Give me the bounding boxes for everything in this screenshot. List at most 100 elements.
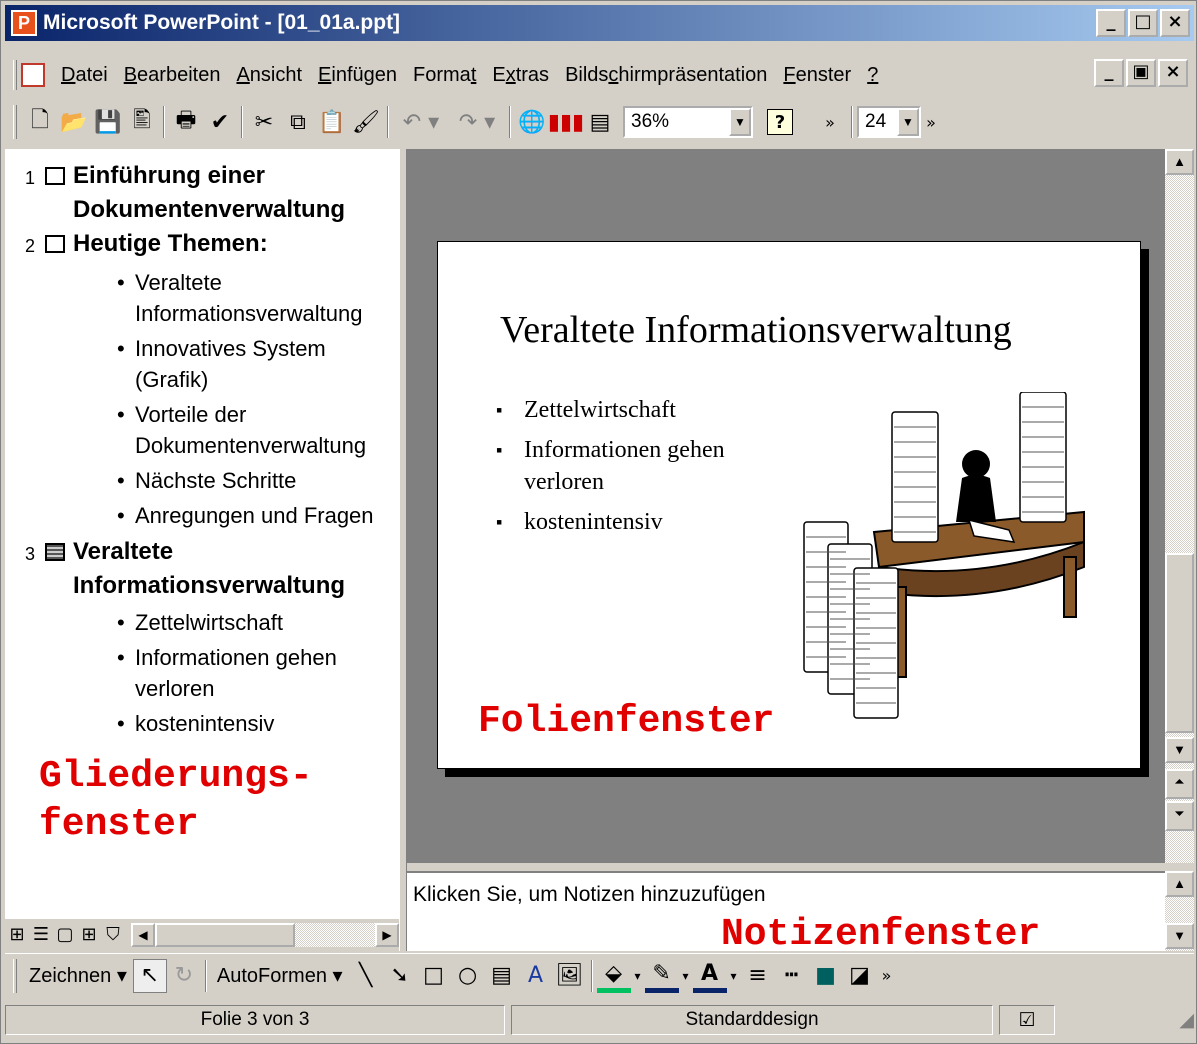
dash-style-icon[interactable]: ┅: [775, 959, 809, 993]
wordart-icon[interactable]: A: [519, 959, 553, 993]
close-button[interactable]: ×: [1160, 9, 1190, 37]
outline-bullet[interactable]: • Informationen gehen verloren: [5, 642, 399, 704]
slide-sorter-icon[interactable]: ⊞: [77, 923, 101, 947]
clipart-icon[interactable]: 🖼: [553, 959, 587, 993]
hyperlink-icon[interactable]: 🌐: [515, 105, 549, 139]
arrow-icon[interactable]: ➘: [383, 959, 417, 993]
permission-icon[interactable]: 🖺: [125, 105, 159, 139]
cut-icon[interactable]: ✂: [247, 105, 281, 139]
autoformen-menu[interactable]: AutoFormen ▾: [211, 963, 349, 988]
line-color-icon[interactable]: ✎: [644, 959, 679, 993]
outline-bullet[interactable]: • Nächste Schritte: [5, 465, 399, 496]
free-rotate-icon[interactable]: ↻: [167, 959, 201, 993]
scroll-up-icon[interactable]: ▲: [1165, 871, 1194, 897]
pane-splitter[interactable]: [399, 149, 407, 951]
scroll-thumb[interactable]: [155, 923, 295, 947]
toolbar-grip[interactable]: [13, 60, 17, 90]
chevron-down-icon[interactable]: ▾: [727, 959, 741, 993]
rectangle-icon[interactable]: □: [417, 959, 451, 993]
slide-canvas[interactable]: Veraltete Informationsverwaltung ▪ Zettel…: [437, 241, 1141, 769]
outline-slide-3[interactable]: 3 Veraltete Informationsverwaltung: [5, 535, 399, 603]
menu-format[interactable]: Format: [405, 64, 484, 87]
spelling-icon[interactable]: ✔: [203, 105, 237, 139]
oval-icon[interactable]: ○: [451, 959, 485, 993]
outline-slide-1[interactable]: 1 Einführung einer Dokumentenverwaltung: [5, 159, 399, 227]
slide-body[interactable]: ▪ Zettelwirtschaft ▪ Informationen gehen v…: [496, 394, 764, 546]
zeichnen-menu[interactable]: Zeichnen ▾: [23, 963, 133, 988]
previous-slide-icon[interactable]: ⏶: [1165, 769, 1194, 799]
undo-icon[interactable]: ↶ ▾: [393, 105, 449, 139]
toolbar-options-icon[interactable]: »: [877, 959, 897, 993]
scroll-thumb[interactable]: [1165, 553, 1194, 733]
help-icon[interactable]: ?: [767, 109, 793, 135]
toolbar-options-icon[interactable]: »: [921, 105, 941, 139]
outline-bullet[interactable]: • Innovatives System (Grafik): [5, 333, 399, 395]
normal-view-icon[interactable]: ⊞: [5, 923, 29, 947]
3d-icon[interactable]: ◪: [843, 959, 877, 993]
notes-pane[interactable]: Klicken Sie, um Notizen hinzuzufügen Not…: [407, 871, 1165, 956]
toolbar-grip[interactable]: [13, 958, 17, 993]
font-size-select[interactable]: 24 ▼: [857, 106, 921, 138]
outline-bullet[interactable]: • Anregungen und Fragen: [5, 500, 399, 531]
minimize-button[interactable]: _: [1096, 9, 1126, 37]
powerpoint-icon[interactable]: P: [11, 10, 37, 36]
print-icon[interactable]: 🖶: [169, 105, 203, 139]
scroll-left-icon[interactable]: ◀: [131, 923, 155, 947]
menu-einfuegen[interactable]: Einfügen: [310, 64, 405, 87]
chevron-down-icon[interactable]: ▼: [897, 108, 919, 136]
save-icon[interactable]: 💾: [91, 105, 125, 139]
outline-slide-title[interactable]: Einführung einer Dokumentenverwaltung: [73, 159, 393, 227]
chevron-down-icon[interactable]: ▾: [679, 959, 693, 993]
chart-icon[interactable]: ▮▮▮: [548, 105, 584, 139]
outline-slide-title[interactable]: Veraltete Informationsverwaltung: [73, 535, 393, 603]
scroll-right-icon[interactable]: ▶: [375, 923, 399, 947]
slide-vscrollbar[interactable]: ▲ ▼ ⏶ ⏷: [1165, 149, 1194, 863]
outline-pane[interactable]: 1 Einführung einer Dokumentenverwaltung …: [5, 149, 399, 919]
scroll-track[interactable]: [295, 923, 375, 947]
chevron-down-icon[interactable]: ▼: [729, 108, 751, 136]
slideshow-icon[interactable]: ⛉: [101, 923, 125, 947]
doc-restore-button[interactable]: ▣: [1126, 59, 1156, 87]
shadow-icon[interactable]: ■: [809, 959, 843, 993]
maximize-button[interactable]: □: [1128, 9, 1158, 37]
scroll-down-icon[interactable]: ▼: [1165, 737, 1194, 763]
redo-icon[interactable]: ↷ ▾: [449, 105, 505, 139]
clipart-paper-stacks[interactable]: [784, 392, 1094, 722]
copy-icon[interactable]: ⧉: [281, 105, 315, 139]
scroll-up-icon[interactable]: ▲: [1165, 149, 1194, 175]
outline-bullet[interactable]: • Veraltete Informationsverwaltung: [5, 267, 399, 329]
outline-bullet[interactable]: • kostenintensiv: [5, 708, 399, 739]
fill-color-icon[interactable]: ⬙: [596, 959, 631, 993]
slide-title[interactable]: Veraltete Informationsverwaltung: [500, 308, 1012, 352]
document-icon[interactable]: [21, 63, 45, 87]
notes-placeholder[interactable]: Klicken Sie, um Notizen hinzuzufügen: [413, 883, 766, 907]
outline-hscrollbar[interactable]: ◀ ▶: [131, 923, 399, 947]
chevron-down-icon[interactable]: ▾: [631, 959, 645, 993]
outline-slide-2[interactable]: 2 Heutige Themen:: [5, 227, 399, 263]
paste-icon[interactable]: 📋: [315, 105, 349, 139]
textbox-icon[interactable]: ▤: [485, 959, 519, 993]
menu-datei[interactable]: Datei: [53, 64, 116, 87]
doc-minimize-button[interactable]: _: [1094, 59, 1124, 87]
toolbar-grip[interactable]: [13, 105, 17, 139]
new-slide-icon[interactable]: ▤: [583, 105, 617, 139]
font-color-icon[interactable]: A: [692, 959, 727, 993]
slide-view-icon[interactable]: ▢: [53, 923, 77, 947]
zoom-select[interactable]: 36% ▼: [623, 106, 753, 138]
line-style-icon[interactable]: ≡: [741, 959, 775, 993]
resize-grip-icon[interactable]: ◢: [1061, 1005, 1194, 1035]
doc-close-button[interactable]: ×: [1158, 59, 1188, 87]
select-pointer-icon[interactable]: ↖: [132, 958, 167, 993]
toolbar-options-icon[interactable]: »: [813, 105, 847, 139]
menu-help[interactable]: ?: [859, 64, 886, 87]
menu-ansicht[interactable]: Ansicht: [228, 64, 310, 87]
open-icon[interactable]: 📂: [57, 105, 91, 139]
menu-bearbeiten[interactable]: Bearbeiten: [116, 64, 229, 87]
spelling-status-icon[interactable]: ☑: [999, 1005, 1055, 1035]
outline-bullet[interactable]: • Vorteile der Dokumentenverwaltung: [5, 399, 399, 461]
line-icon[interactable]: ╲: [349, 959, 383, 993]
menu-extras[interactable]: Extras: [484, 64, 557, 87]
menu-fenster[interactable]: Fenster: [775, 64, 859, 87]
outline-slide-title[interactable]: Heutige Themen:: [73, 227, 393, 261]
outline-bullet[interactable]: • Zettelwirtschaft: [5, 607, 399, 638]
